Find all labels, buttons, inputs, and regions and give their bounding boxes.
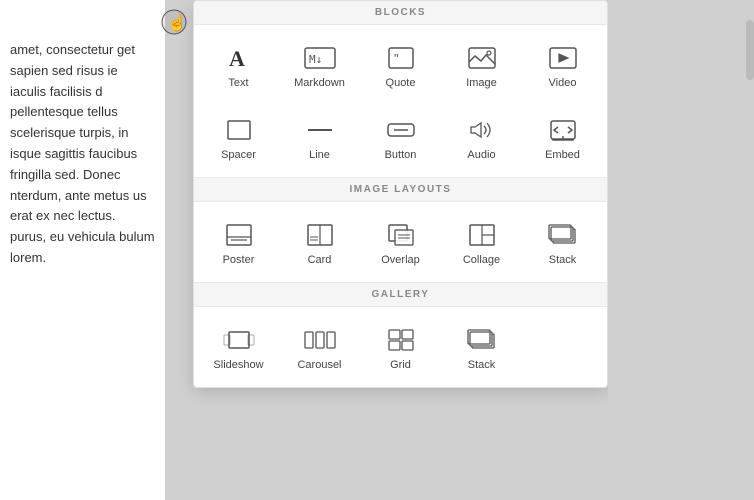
- markdown-icon: M↓: [302, 43, 338, 73]
- block-audio[interactable]: Audio: [441, 105, 522, 169]
- block-spacer[interactable]: Spacer: [198, 105, 279, 169]
- button-label: Button: [385, 149, 417, 161]
- carousel-label: Carousel: [297, 359, 341, 371]
- poster-icon: [221, 220, 257, 250]
- block-video[interactable]: Video: [522, 33, 603, 97]
- grid-label: Grid: [390, 359, 411, 371]
- collage-icon: [464, 220, 500, 250]
- blocks-header: BLOCKS: [194, 1, 607, 25]
- slideshow-label: Slideshow: [213, 359, 263, 371]
- text-label: Text: [228, 77, 248, 89]
- gallery-header: GALLERY: [194, 282, 607, 307]
- image-layouts-grid: Poster Card Ov: [194, 202, 607, 282]
- stack-gal-label: Stack: [468, 359, 496, 371]
- image-label: Image: [466, 77, 497, 89]
- gallery-grid: Slideshow Carousel: [194, 307, 607, 387]
- card-icon: [302, 220, 338, 250]
- image-icon: [464, 43, 500, 73]
- layout-overlap[interactable]: Overlap: [360, 210, 441, 274]
- poster-label: Poster: [223, 254, 255, 266]
- quote-icon: ": [383, 43, 419, 73]
- svg-text:A: A: [229, 46, 245, 70]
- grid-icon: [383, 325, 419, 355]
- carousel-icon: [302, 325, 338, 355]
- cursor-icon: ☝: [160, 8, 188, 36]
- markdown-label: Markdown: [294, 77, 345, 89]
- block-markdown[interactable]: M↓ Markdown: [279, 33, 360, 97]
- layout-collage[interactable]: Collage: [441, 210, 522, 274]
- stack-gal-icon: [464, 325, 500, 355]
- slideshow-icon: [221, 325, 257, 355]
- gallery-grid[interactable]: Grid: [360, 315, 441, 379]
- blocks-row1: A Text M↓ Markdown " Quote: [194, 25, 607, 105]
- image-layouts-header: IMAGE LAYOUTS: [194, 177, 607, 202]
- audio-label: Audio: [467, 149, 495, 161]
- gallery-stack[interactable]: Stack: [441, 315, 522, 379]
- embed-icon: [545, 115, 581, 145]
- layout-poster[interactable]: Poster: [198, 210, 279, 274]
- overlap-label: Overlap: [381, 254, 420, 266]
- spacer-label: Spacer: [221, 149, 256, 161]
- line-icon: [302, 115, 338, 145]
- layout-card[interactable]: Card: [279, 210, 360, 274]
- right-gray-area: [608, 0, 754, 500]
- svg-text:": ": [394, 51, 399, 66]
- text-icon: A: [221, 43, 257, 73]
- block-line[interactable]: Line: [279, 105, 360, 169]
- svg-text:M↓: M↓: [309, 53, 322, 66]
- overlap-icon: [383, 220, 419, 250]
- video-label: Video: [549, 77, 577, 89]
- gallery-carousel[interactable]: Carousel: [279, 315, 360, 379]
- dropdown-panel: BLOCKS A Text M↓ Markdown: [193, 0, 608, 388]
- block-quote[interactable]: " Quote: [360, 33, 441, 97]
- spacer-icon: [221, 115, 257, 145]
- collage-label: Collage: [463, 254, 500, 266]
- block-embed[interactable]: Embed: [522, 105, 603, 169]
- stack-img-label: Stack: [549, 254, 577, 266]
- block-text[interactable]: A Text: [198, 33, 279, 97]
- line-label: Line: [309, 149, 330, 161]
- background-text: amet, consectetur get sapien sed risus i…: [0, 0, 165, 500]
- stack-img-icon: [545, 220, 581, 250]
- block-button[interactable]: Button: [360, 105, 441, 169]
- scrollbar-thumb[interactable]: [746, 20, 754, 80]
- embed-label: Embed: [545, 149, 580, 161]
- card-label: Card: [308, 254, 332, 266]
- button-icon: [383, 115, 419, 145]
- layout-stack[interactable]: Stack: [522, 210, 603, 274]
- svg-text:☝: ☝: [167, 13, 187, 32]
- video-icon: [545, 43, 581, 73]
- gallery-slideshow[interactable]: Slideshow: [198, 315, 279, 379]
- quote-label: Quote: [386, 77, 416, 89]
- audio-icon: [464, 115, 500, 145]
- block-image[interactable]: Image: [441, 33, 522, 97]
- blocks-row2: Spacer Line Button: [194, 105, 607, 177]
